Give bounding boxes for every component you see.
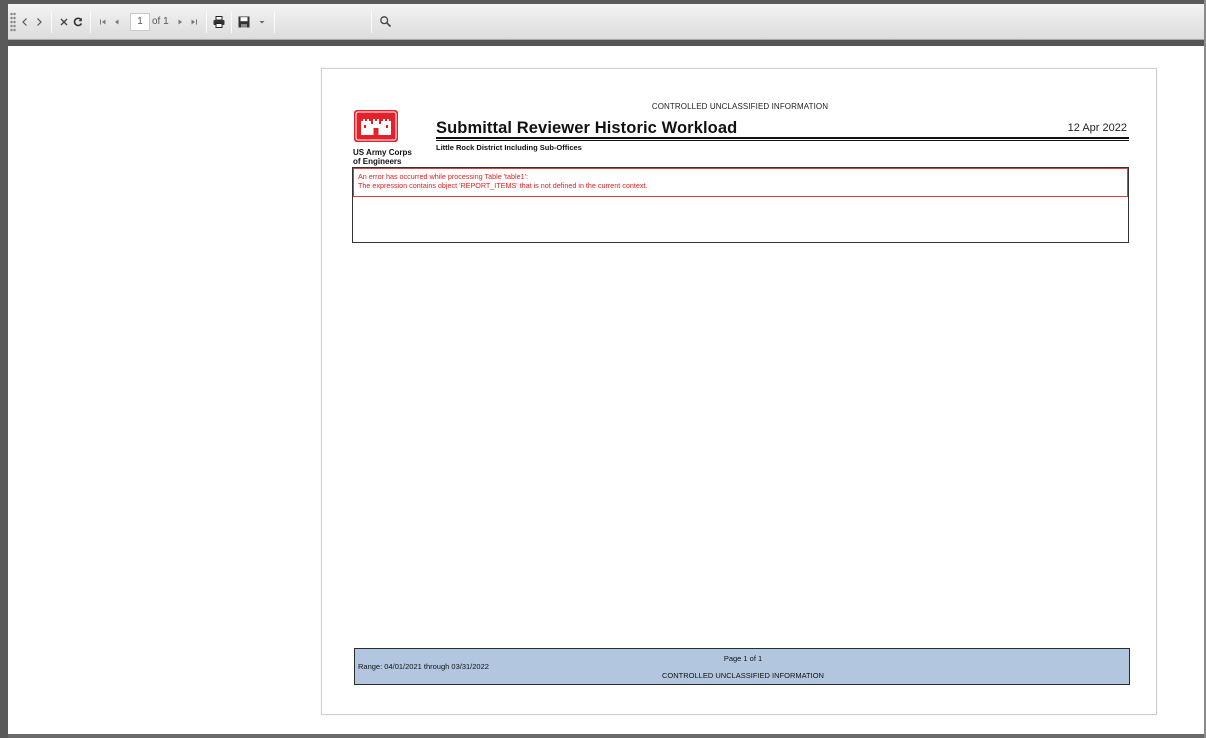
prev-page-icon[interactable] [110, 11, 124, 33]
title-underline [436, 137, 1129, 139]
report-footer: Page 1 of 1 Range: 04/01/2021 through 03… [354, 648, 1130, 685]
toolbar-separator [230, 10, 232, 33]
refresh-icon[interactable] [71, 11, 85, 33]
window-bottom-border [8, 734, 1204, 738]
toolbar-separator [273, 10, 275, 33]
last-page-icon[interactable] [187, 11, 201, 33]
footer-date-range: Range: 04/01/2021 through 03/31/2022 [358, 662, 489, 671]
table-error-box: An error has occurred while processing T… [352, 167, 1129, 243]
report-viewer-window: 1 of 1 CONTROLLED UNCLASSIFIED INFORMATI… [0, 0, 1206, 738]
error-message-box: An error has occurred while processing T… [353, 168, 1128, 197]
report-toolbar: 1 of 1 [8, 4, 1204, 40]
toolbar-separator [370, 10, 372, 33]
report-title: Submittal Reviewer Historic Workload [436, 119, 738, 137]
report-date: 12 Apr 2022 [1067, 122, 1127, 134]
print-icon[interactable] [212, 11, 226, 33]
toolbar-separator [51, 10, 52, 33]
forward-icon[interactable] [32, 11, 46, 33]
next-page-icon[interactable] [173, 11, 187, 33]
logo-caption-line2: of Engineers [353, 157, 402, 166]
usace-castle-logo-icon [354, 110, 398, 142]
toolbar-separator [90, 10, 91, 33]
first-page-icon[interactable] [96, 11, 110, 33]
stop-icon[interactable] [57, 11, 71, 33]
classification-footer: CONTROLLED UNCLASSIFIED INFORMATION [662, 671, 824, 680]
page-count-label: of 1 [152, 16, 169, 27]
page-number-input[interactable]: 1 [130, 12, 150, 31]
find-icon[interactable] [379, 11, 393, 33]
dropdown-arrow-icon[interactable] [255, 11, 269, 33]
toolbar-grip[interactable] [10, 11, 16, 32]
export-save-icon[interactable] [237, 11, 251, 33]
toolbar-separator [205, 10, 207, 33]
back-icon[interactable] [18, 11, 32, 33]
error-message-line1: An error has occurred while processing T… [358, 172, 529, 181]
title-underline-thin [436, 140, 1129, 141]
report-subtitle: Little Rock District Including Sub-Offic… [436, 143, 582, 152]
classification-header: CONTROLLED UNCLASSIFIED INFORMATION [651, 102, 829, 111]
logo-caption: US Army Corps of Engineers [353, 148, 413, 166]
report-page: CONTROLLED UNCLASSIFIED INFORMATION US A… [321, 68, 1157, 715]
find-text-area[interactable] [280, 11, 366, 33]
window-left-border [0, 0, 8, 738]
error-message-line2: The expression contains object 'REPORT_I… [358, 181, 648, 190]
logo-caption-line1: US Army Corps [353, 148, 412, 157]
